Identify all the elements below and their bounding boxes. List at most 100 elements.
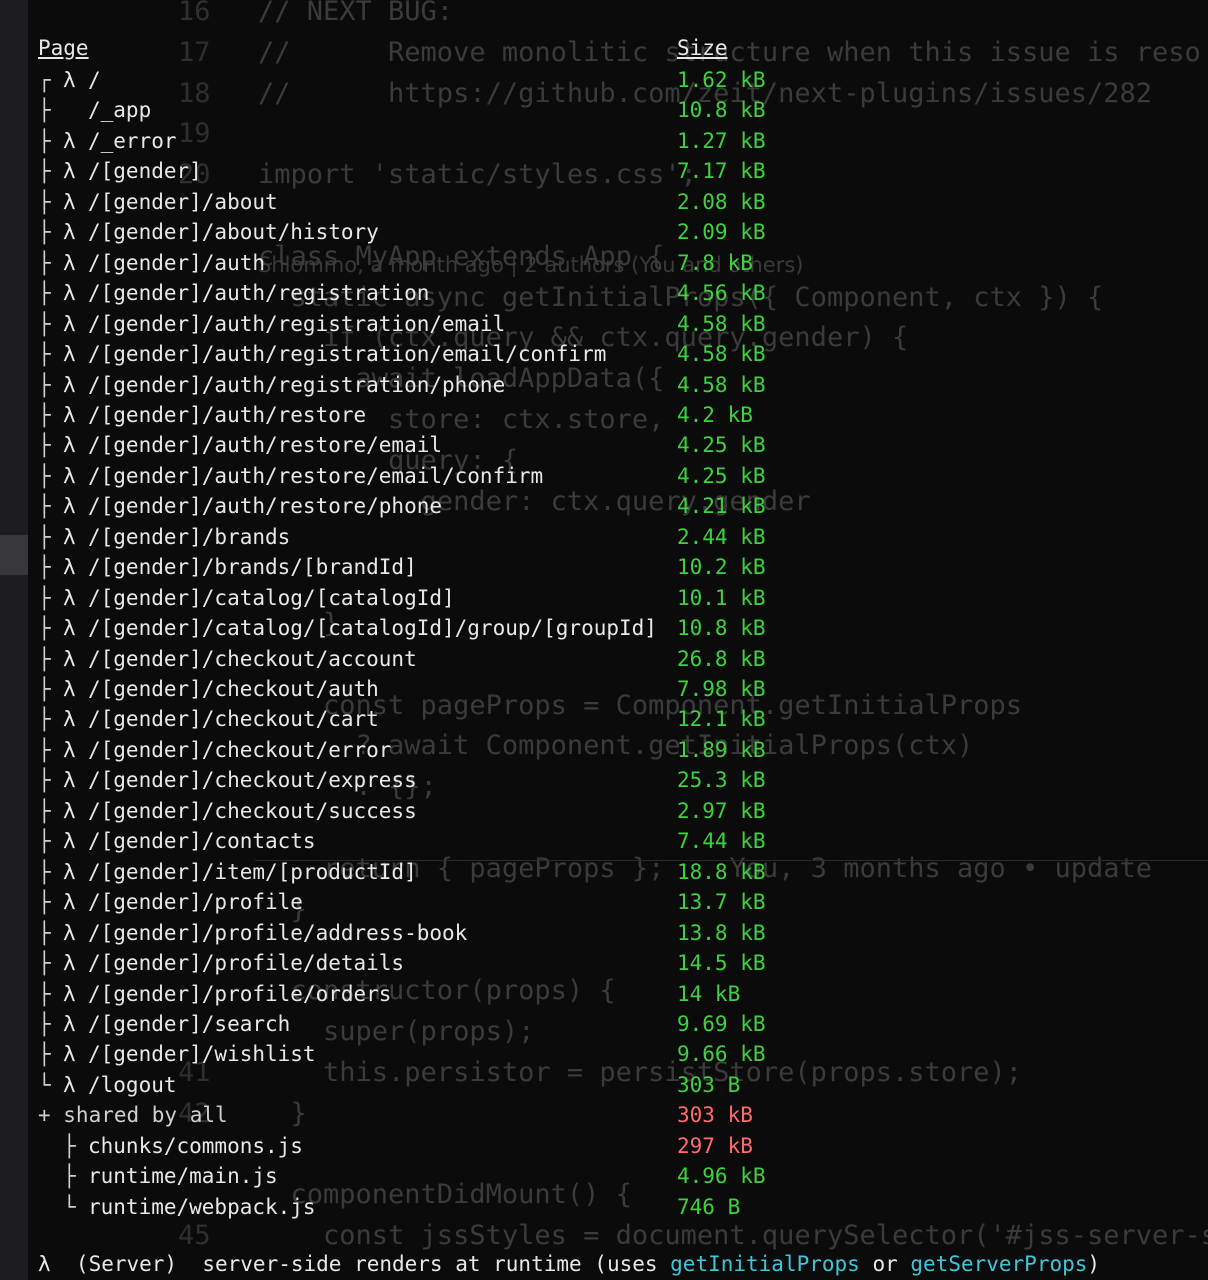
- route-row: ├ λ /[gender]/auth/restore/email/confirm 4.…: [0, 461, 1208, 491]
- tree-glyph: ├: [38, 372, 51, 397]
- route-path: /[gender]/about/history: [88, 220, 379, 245]
- route-size: 2.08 kB: [677, 189, 766, 214]
- chunk-path: runtime/webpack.js: [88, 1194, 316, 1219]
- route-path: /[gender]/catalog/[catalogId]: [88, 585, 455, 610]
- tree-glyph: ├: [38, 250, 51, 275]
- route-size: 4.25 kB: [677, 433, 766, 458]
- route-row: ├ λ /[gender]/profile/orders 14 kB: [0, 979, 1208, 1009]
- route-size: 1.27 kB: [677, 128, 766, 153]
- route-path: /: [88, 68, 101, 92]
- route-row: ├ λ /[gender]/about 2.08 kB: [0, 187, 1208, 217]
- tree-glyph: ├: [38, 555, 51, 580]
- route-size: 10.2 kB: [677, 555, 766, 580]
- route-row: ├ λ /[gender]/checkout/express 25.3 kB: [0, 765, 1208, 795]
- tree-glyph: ├: [38, 1011, 51, 1036]
- route-size: 4.58 kB: [677, 372, 766, 397]
- route-size: 303 B: [677, 1072, 741, 1097]
- route-path: /[gender]/profile/details: [88, 951, 405, 976]
- lambda-icon: λ: [63, 859, 76, 884]
- route-size: 26.8 kB: [677, 646, 766, 671]
- route-path: /[gender]/auth: [88, 250, 266, 275]
- route-row: ├ λ /[gender]/checkout/error 1.89 kB: [0, 735, 1208, 765]
- route-size: 2.44 kB: [677, 524, 766, 549]
- tree-glyph: ├: [38, 463, 51, 488]
- route-row: ├ λ /[gender]/brands/[brandId] 10.2 kB: [0, 552, 1208, 582]
- lambda-icon: λ: [63, 920, 76, 945]
- route-path: /[gender]/checkout/cart: [88, 707, 379, 732]
- route-row: ├ λ /[gender]/search 9.69 kB: [0, 1009, 1208, 1039]
- route-row: ├ λ /[gender]/brands 2.44 kB: [0, 522, 1208, 552]
- route-size: 4.58 kB: [677, 311, 766, 336]
- lambda-icon: λ: [63, 951, 76, 976]
- lambda-icon: λ: [63, 220, 76, 245]
- route-row: ├ λ /[gender]/checkout/success 2.97 kB: [0, 796, 1208, 826]
- lambda-icon: λ: [63, 585, 76, 610]
- route-size: 2.09 kB: [677, 220, 766, 245]
- chunk-path: runtime/main.js: [88, 1164, 278, 1189]
- route-path: /[gender]/checkout/success: [88, 798, 417, 823]
- lambda-icon: λ: [63, 68, 76, 92]
- tree-glyph: ├: [38, 524, 51, 549]
- route-row: └ λ/logout 303 B: [0, 1070, 1208, 1100]
- tree-glyph: └: [38, 1072, 51, 1097]
- route-size: 4.25 kB: [677, 463, 766, 488]
- route-path: /[gender]/auth/registration: [88, 281, 430, 306]
- route-row: ├ λ /_error 1.27 kB: [0, 126, 1208, 156]
- route-size: 25.3 kB: [677, 768, 766, 793]
- lambda-icon: λ: [63, 342, 76, 367]
- route-size: 4.58 kB: [677, 342, 766, 367]
- route-row: ├ λ /[gender]/contacts 7.44 kB: [0, 826, 1208, 856]
- lambda-icon: λ: [63, 463, 76, 488]
- route-size: 2.97 kB: [677, 798, 766, 823]
- route-path: /[gender]/brands/[brandId]: [88, 555, 417, 580]
- tree-glyph: ├: [38, 890, 51, 915]
- route-row: ├ λ /[gender]/about/history 2.09 kB: [0, 217, 1208, 247]
- lambda-icon: λ: [63, 798, 76, 823]
- tree-glyph: ├: [38, 798, 51, 823]
- chunk-row: ├ runtime/main.js 4.96 kB: [0, 1161, 1208, 1191]
- lambda-icon: λ: [63, 707, 76, 732]
- route-path: /[gender]/auth/restore/email: [88, 433, 443, 458]
- route-path: /[gender]/profile/orders: [88, 981, 392, 1006]
- lambda-icon: λ: [63, 646, 76, 671]
- route-size: 18.8 kB: [677, 859, 766, 884]
- route-row: ├ λ /[gender]/wishlist 9.66 kB: [0, 1039, 1208, 1069]
- route-row: ├ λ /[gender]/item/[productId] 18.8 kB: [0, 857, 1208, 887]
- lambda-icon: λ: [63, 555, 76, 580]
- route-row: ├ λ /[gender]/auth/registration/email/conf…: [0, 339, 1208, 369]
- route-size: 4.21 kB: [677, 494, 766, 519]
- route-path: /[gender]/auth/registration/phone: [88, 372, 506, 397]
- shared-row: + shared by all 303 kB: [0, 1100, 1208, 1130]
- tree-glyph: └: [63, 1194, 76, 1219]
- legend-middle: or: [859, 1252, 911, 1276]
- route-size: 7.44 kB: [677, 829, 766, 854]
- route-path: /[gender]/contacts: [88, 829, 316, 854]
- route-row: ├ λ /[gender]/catalog/[catalogId] 10.1 kB: [0, 583, 1208, 613]
- tree-glyph: ├: [38, 768, 51, 793]
- route-row: ├ λ /[gender]/auth/registration 4.56 kB: [0, 278, 1208, 308]
- route-path: /[gender]: [88, 159, 202, 184]
- route-row: ├ λ /[gender]/checkout/account 26.8 kB: [0, 644, 1208, 674]
- route-row: ├ /_app 10.8 kB: [0, 95, 1208, 125]
- route-path: /_app: [88, 98, 152, 123]
- tree-glyph: ├: [38, 159, 51, 184]
- shared-label: + shared by all: [38, 1103, 228, 1127]
- route-row: ├ λ /[gender]/catalog/[catalogId]/group/[g…: [0, 613, 1208, 643]
- route-size: 4.56 kB: [677, 281, 766, 306]
- tree-glyph: ├: [38, 98, 51, 123]
- lambda-icon: λ: [63, 829, 76, 854]
- lambda-icon: λ: [63, 372, 76, 397]
- legend-link-getinitialprops: getInitialProps: [670, 1252, 860, 1276]
- route-size: 12.1 kB: [677, 707, 766, 732]
- lambda-icon: λ: [63, 616, 76, 641]
- route-row: ├ λ /[gender]/checkout/auth 7.98 kB: [0, 674, 1208, 704]
- tree-glyph: ├: [38, 829, 51, 854]
- route-size: 14 kB: [677, 981, 741, 1006]
- route-row: ├ λ /[gender]/checkout/cart 12.1 kB: [0, 704, 1208, 734]
- chunk-path: chunks/commons.js: [88, 1134, 303, 1158]
- route-size: 13.8 kB: [677, 920, 766, 945]
- route-row: ├ λ /[gender]/auth/registration/email 4.58 …: [0, 309, 1208, 339]
- tree-glyph: ├: [63, 1134, 76, 1158]
- route-path: /_error: [88, 128, 177, 153]
- route-path: /[gender]/brands: [88, 524, 291, 549]
